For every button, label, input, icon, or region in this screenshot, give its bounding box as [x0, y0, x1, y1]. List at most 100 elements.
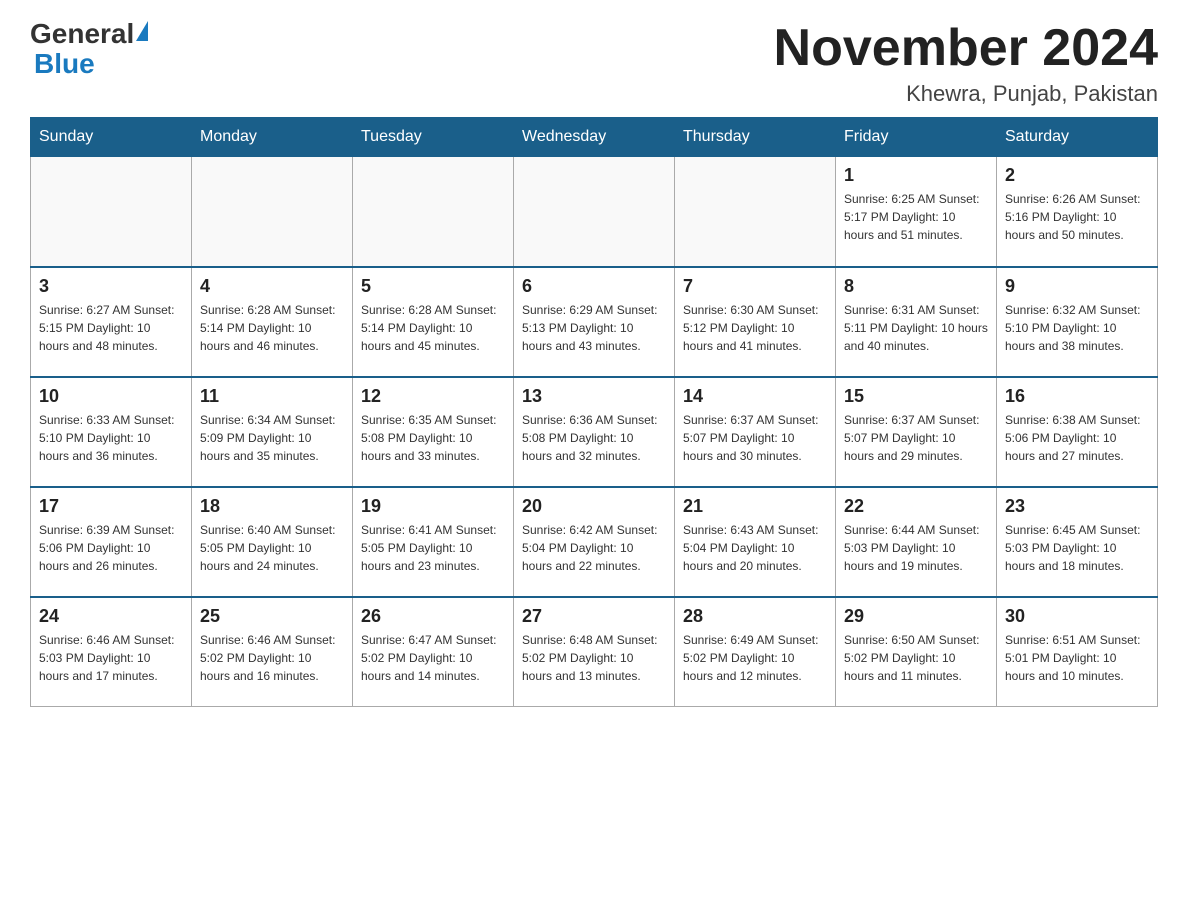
- day-number: 3: [39, 276, 183, 297]
- calendar-cell: 14 Sunrise: 6:37 AM Sunset: 5:07 PM Dayli…: [675, 377, 836, 487]
- week-row: 3 Sunrise: 6:27 AM Sunset: 5:15 PM Daylig…: [31, 267, 1158, 377]
- weekday-header: Friday: [836, 118, 997, 157]
- logo-general: General: [30, 20, 134, 48]
- logo-area: General Blue: [30, 20, 148, 80]
- day-info: Sunrise: 6:33 AM Sunset: 5:10 PM Dayligh…: [39, 411, 183, 465]
- day-number: 11: [200, 386, 344, 407]
- day-info: Sunrise: 6:37 AM Sunset: 5:07 PM Dayligh…: [844, 411, 988, 465]
- day-info: Sunrise: 6:28 AM Sunset: 5:14 PM Dayligh…: [361, 301, 505, 355]
- calendar-cell: 2 Sunrise: 6:26 AM Sunset: 5:16 PM Daylig…: [997, 157, 1158, 267]
- day-number: 24: [39, 606, 183, 627]
- calendar-cell: 19 Sunrise: 6:41 AM Sunset: 5:05 PM Dayli…: [353, 487, 514, 597]
- day-info: Sunrise: 6:27 AM Sunset: 5:15 PM Dayligh…: [39, 301, 183, 355]
- logo: General: [30, 20, 148, 48]
- day-info: Sunrise: 6:44 AM Sunset: 5:03 PM Dayligh…: [844, 521, 988, 575]
- day-number: 17: [39, 496, 183, 517]
- calendar-cell: 3 Sunrise: 6:27 AM Sunset: 5:15 PM Daylig…: [31, 267, 192, 377]
- logo-blue: Blue: [30, 48, 95, 80]
- calendar-cell: 5 Sunrise: 6:28 AM Sunset: 5:14 PM Daylig…: [353, 267, 514, 377]
- week-row: 17 Sunrise: 6:39 AM Sunset: 5:06 PM Dayli…: [31, 487, 1158, 597]
- calendar-cell: 23Sunrise: 6:45 AM Sunset: 5:03 PM Dayli…: [997, 487, 1158, 597]
- week-row: 24 Sunrise: 6:46 AM Sunset: 5:03 PM Dayli…: [31, 597, 1158, 707]
- weekday-header: Monday: [192, 118, 353, 157]
- day-number: 16: [1005, 386, 1149, 407]
- calendar-cell: 30Sunrise: 6:51 AM Sunset: 5:01 PM Dayli…: [997, 597, 1158, 707]
- day-info: Sunrise: 6:34 AM Sunset: 5:09 PM Dayligh…: [200, 411, 344, 465]
- calendar-cell: 7 Sunrise: 6:30 AM Sunset: 5:12 PM Daylig…: [675, 267, 836, 377]
- calendar-cell: 25Sunrise: 6:46 AM Sunset: 5:02 PM Dayli…: [192, 597, 353, 707]
- calendar-cell: 9 Sunrise: 6:32 AM Sunset: 5:10 PM Daylig…: [997, 267, 1158, 377]
- calendar-cell: 10 Sunrise: 6:33 AM Sunset: 5:10 PM Dayli…: [31, 377, 192, 487]
- calendar-cell: 1Sunrise: 6:25 AM Sunset: 5:17 PM Daylig…: [836, 157, 997, 267]
- day-info: Sunrise: 6:37 AM Sunset: 5:07 PM Dayligh…: [683, 411, 827, 465]
- weekday-header: Tuesday: [353, 118, 514, 157]
- day-number: 4: [200, 276, 344, 297]
- day-info: Sunrise: 6:29 AM Sunset: 5:13 PM Dayligh…: [522, 301, 666, 355]
- day-number: 1: [844, 165, 988, 186]
- weekday-header: Wednesday: [514, 118, 675, 157]
- day-number: 30: [1005, 606, 1149, 627]
- day-info: Sunrise: 6:39 AM Sunset: 5:06 PM Dayligh…: [39, 521, 183, 575]
- day-number: 20: [522, 496, 666, 517]
- calendar-cell: 21 Sunrise: 6:43 AM Sunset: 5:04 PM Dayli…: [675, 487, 836, 597]
- day-number: 19: [361, 496, 505, 517]
- month-title: November 2024: [774, 20, 1158, 77]
- calendar-cell: 11 Sunrise: 6:34 AM Sunset: 5:09 PM Dayli…: [192, 377, 353, 487]
- day-number: 21: [683, 496, 827, 517]
- day-info: Sunrise: 6:30 AM Sunset: 5:12 PM Dayligh…: [683, 301, 827, 355]
- calendar-cell: 18Sunrise: 6:40 AM Sunset: 5:05 PM Dayli…: [192, 487, 353, 597]
- weekday-header-row: SundayMondayTuesdayWednesdayThursdayFrid…: [31, 118, 1158, 157]
- day-number: 13: [522, 386, 666, 407]
- day-number: 7: [683, 276, 827, 297]
- day-number: 25: [200, 606, 344, 627]
- week-row: 10 Sunrise: 6:33 AM Sunset: 5:10 PM Dayli…: [31, 377, 1158, 487]
- day-info: Sunrise: 6:41 AM Sunset: 5:05 PM Dayligh…: [361, 521, 505, 575]
- weekday-header: Saturday: [997, 118, 1158, 157]
- page-header: General Blue November 2024 Khewra, Punja…: [30, 20, 1158, 107]
- day-number: 18: [200, 496, 344, 517]
- day-number: 5: [361, 276, 505, 297]
- day-info: Sunrise: 6:42 AM Sunset: 5:04 PM Dayligh…: [522, 521, 666, 575]
- day-number: 2: [1005, 165, 1149, 186]
- logo-triangle-icon: [136, 21, 148, 41]
- day-number: 12: [361, 386, 505, 407]
- day-number: 26: [361, 606, 505, 627]
- day-info: Sunrise: 6:46 AM Sunset: 5:03 PM Dayligh…: [39, 631, 183, 685]
- day-info: Sunrise: 6:45 AM Sunset: 5:03 PM Dayligh…: [1005, 521, 1149, 575]
- day-number: 6: [522, 276, 666, 297]
- day-number: 28: [683, 606, 827, 627]
- calendar-cell: 16 Sunrise: 6:38 AM Sunset: 5:06 PM Dayli…: [997, 377, 1158, 487]
- calendar-cell: [31, 157, 192, 267]
- day-number: 8: [844, 276, 988, 297]
- day-number: 15: [844, 386, 988, 407]
- calendar-cell: [353, 157, 514, 267]
- day-info: Sunrise: 6:43 AM Sunset: 5:04 PM Dayligh…: [683, 521, 827, 575]
- day-info: Sunrise: 6:36 AM Sunset: 5:08 PM Dayligh…: [522, 411, 666, 465]
- title-area: November 2024 Khewra, Punjab, Pakistan: [774, 20, 1158, 107]
- day-info: Sunrise: 6:38 AM Sunset: 5:06 PM Dayligh…: [1005, 411, 1149, 465]
- calendar-cell: [675, 157, 836, 267]
- location-title: Khewra, Punjab, Pakistan: [774, 81, 1158, 107]
- day-number: 27: [522, 606, 666, 627]
- day-number: 22: [844, 496, 988, 517]
- calendar-cell: 27 Sunrise: 6:48 AM Sunset: 5:02 PM Dayli…: [514, 597, 675, 707]
- day-info: Sunrise: 6:31 AM Sunset: 5:11 PM Dayligh…: [844, 301, 988, 355]
- day-info: Sunrise: 6:32 AM Sunset: 5:10 PM Dayligh…: [1005, 301, 1149, 355]
- day-number: 9: [1005, 276, 1149, 297]
- day-number: 10: [39, 386, 183, 407]
- day-info: Sunrise: 6:26 AM Sunset: 5:16 PM Dayligh…: [1005, 190, 1149, 244]
- day-info: Sunrise: 6:35 AM Sunset: 5:08 PM Dayligh…: [361, 411, 505, 465]
- day-info: Sunrise: 6:48 AM Sunset: 5:02 PM Dayligh…: [522, 631, 666, 685]
- calendar-cell: 24 Sunrise: 6:46 AM Sunset: 5:03 PM Dayli…: [31, 597, 192, 707]
- calendar-cell: 29Sunrise: 6:50 AM Sunset: 5:02 PM Dayli…: [836, 597, 997, 707]
- calendar-cell: 26 Sunrise: 6:47 AM Sunset: 5:02 PM Dayli…: [353, 597, 514, 707]
- weekday-header: Sunday: [31, 118, 192, 157]
- calendar-cell: 15 Sunrise: 6:37 AM Sunset: 5:07 PM Dayli…: [836, 377, 997, 487]
- calendar-cell: 12 Sunrise: 6:35 AM Sunset: 5:08 PM Dayli…: [353, 377, 514, 487]
- day-number: 14: [683, 386, 827, 407]
- calendar-cell: 28 Sunrise: 6:49 AM Sunset: 5:02 PM Dayli…: [675, 597, 836, 707]
- calendar-cell: [514, 157, 675, 267]
- day-info: Sunrise: 6:49 AM Sunset: 5:02 PM Dayligh…: [683, 631, 827, 685]
- day-info: Sunrise: 6:47 AM Sunset: 5:02 PM Dayligh…: [361, 631, 505, 685]
- calendar-cell: 17 Sunrise: 6:39 AM Sunset: 5:06 PM Dayli…: [31, 487, 192, 597]
